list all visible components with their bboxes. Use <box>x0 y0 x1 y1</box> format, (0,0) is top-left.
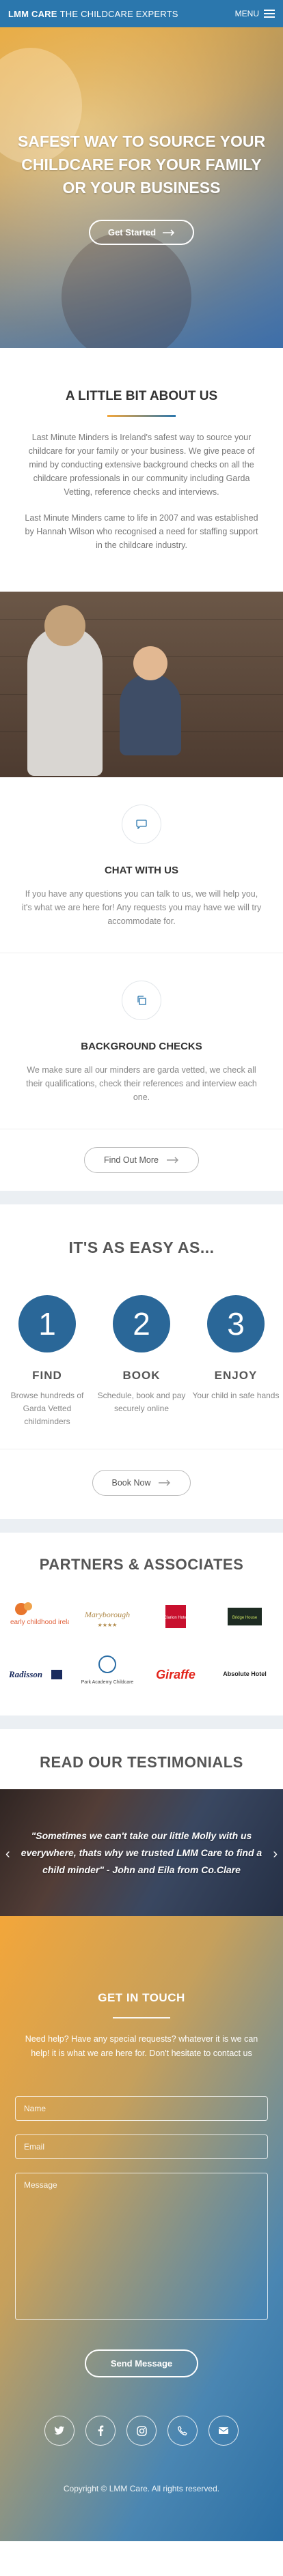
book-now-label: Book Now <box>111 1478 151 1488</box>
svg-text:★★★★: ★★★★ <box>97 1622 117 1628</box>
svg-text:Absolute Hotel: Absolute Hotel <box>223 1670 267 1677</box>
hero-headline: Safest way to source your childcare for … <box>17 132 266 197</box>
easy-as-title: It's As Easy As... <box>68 1239 215 1256</box>
svg-text:Park Academy Childcare: Park Academy Childcare <box>81 1680 133 1685</box>
hero-section: Safest way to source your childcare for … <box>0 27 283 348</box>
testimonial-slider: ‹ "Sometimes we can't take our little Mo… <box>0 1789 283 1916</box>
message-field[interactable] <box>15 2173 268 2320</box>
arrow-right-icon <box>166 1157 178 1163</box>
step-find: 1 Find Browse hundreds of Garda Vetted c… <box>3 1295 92 1428</box>
chevron-right-icon[interactable]: › <box>273 1847 278 1862</box>
contact-title: Get In Touch <box>98 1991 185 2004</box>
partner-logo[interactable]: Maryborough ★★★★ <box>76 1595 139 1638</box>
copyright-text: Copyright © LMM Care. All rights reserve… <box>63 2484 220 2493</box>
title-divider <box>113 2017 170 2018</box>
section-spacer <box>0 1191 283 1204</box>
partner-logo[interactable]: early childhood ireland <box>7 1595 70 1638</box>
get-started-label: Get Started <box>107 227 157 237</box>
social-links <box>15 2416 268 2446</box>
feature-text: If you have any questions you can talk t… <box>21 889 262 926</box>
svg-text:early childhood ireland: early childhood ireland <box>10 1619 69 1626</box>
step-book: 2 Book Schedule, book and pay securely o… <box>97 1295 186 1428</box>
arrow-right-icon <box>159 1479 171 1486</box>
step-title: Find <box>32 1369 62 1382</box>
step-number: 2 <box>113 1295 170 1352</box>
feature-background-checks: Background Checks We make sure all our m… <box>0 953 283 1129</box>
partner-logo[interactable]: Clarion Hotel <box>144 1595 208 1638</box>
svg-text:Giraffe: Giraffe <box>156 1668 196 1681</box>
contact-section: Get In Touch Need help? Have any special… <box>0 1916 283 2541</box>
section-spacer <box>0 1716 283 1729</box>
partner-logo[interactable]: Absolute Hotel <box>213 1653 277 1695</box>
step-text: Schedule, book and pay securely online <box>97 1391 186 1413</box>
brand-name: LMM CARE <box>8 8 57 19</box>
menu-label: MENU <box>234 9 259 18</box>
about-title: A Little Bit About Us <box>65 389 218 403</box>
instagram-icon[interactable] <box>126 2416 157 2446</box>
send-message-button[interactable]: Send Message <box>84 2349 199 2377</box>
section-spacer <box>0 1519 283 1533</box>
name-field[interactable] <box>15 2096 268 2121</box>
contact-form: Send Message <box>15 2096 268 2377</box>
brand-tagline: THE CHILDCARE EXPERTS <box>59 8 178 19</box>
menu-button[interactable]: MENU <box>235 9 275 18</box>
step-text: Your child in safe hands <box>192 1391 280 1400</box>
feature-title: Background Checks <box>81 1041 202 1052</box>
partner-logos: early childhood ireland Maryborough★★★★ … <box>0 1574 283 1702</box>
find-out-more-label: Find Out More <box>104 1155 159 1165</box>
steps-row: 1 Find Browse hundreds of Garda Vetted c… <box>0 1295 283 1428</box>
step-text: Browse hundreds of Garda Vetted childmin… <box>10 1391 84 1426</box>
title-divider <box>107 415 176 417</box>
about-section: A Little Bit About Us Last Minute Minder… <box>0 348 283 592</box>
feature-text: We make sure all our minders are garda v… <box>26 1065 257 1102</box>
email-field[interactable] <box>15 2134 268 2159</box>
contact-intro: Need help? Have any special requests? wh… <box>25 2034 258 2058</box>
phone-icon[interactable] <box>167 2416 198 2446</box>
book-now-wrap: Book Now <box>0 1449 283 1519</box>
about-paragraph-2: Last Minute Minders came to life in 2007… <box>25 513 258 550</box>
step-enjoy: 3 Enjoy Your child in safe hands <box>191 1295 280 1428</box>
svg-text:Maryborough: Maryborough <box>84 1610 130 1619</box>
step-title: Enjoy <box>214 1369 258 1382</box>
svg-text:Clarion Hotel: Clarion Hotel <box>164 1616 188 1620</box>
arrow-right-icon <box>163 229 175 236</box>
feature-title: Chat With Us <box>104 865 179 876</box>
partners-title: Partners & Associates <box>39 1556 244 1573</box>
find-out-more-button[interactable]: Find Out More <box>84 1147 199 1173</box>
chat-bubble-icon <box>122 805 161 844</box>
copy-documents-icon <box>122 981 161 1020</box>
svg-text:Radisson: Radisson <box>8 1669 42 1679</box>
testimonials-title: Read Our Testimonials <box>40 1754 243 1771</box>
hamburger-icon <box>264 10 275 18</box>
step-number: 1 <box>18 1295 76 1352</box>
twitter-icon[interactable] <box>44 2416 75 2446</box>
step-title: Book <box>122 1369 161 1382</box>
email-icon[interactable] <box>208 2416 239 2446</box>
facebook-icon[interactable] <box>85 2416 116 2446</box>
partner-logo[interactable]: Bridge House <box>213 1595 277 1638</box>
testimonial-quote: "Sometimes we can't take our little Moll… <box>21 1829 262 1875</box>
step-number: 3 <box>207 1295 265 1352</box>
brand-logo[interactable]: LMM CARE THE CHILDCARE EXPERTS <box>8 9 178 19</box>
book-now-button[interactable]: Book Now <box>92 1470 191 1496</box>
feature-chat: Chat With Us If you have any questions y… <box>0 777 283 953</box>
get-started-button[interactable]: Get Started <box>88 220 195 245</box>
partner-logo[interactable]: Park Academy Childcare <box>76 1653 139 1695</box>
testimonials-header: Read Our Testimonials <box>0 1729 283 1789</box>
about-paragraph-1: Last Minute Minders is Ireland's safest … <box>28 433 255 497</box>
family-photo <box>0 592 283 777</box>
top-nav: LMM CARE THE CHILDCARE EXPERTS MENU <box>0 0 283 27</box>
chevron-left-icon[interactable]: ‹ <box>5 1847 10 1862</box>
svg-text:Bridge House: Bridge House <box>232 1616 258 1620</box>
easy-as-section: It's As Easy As... 1 Find Browse hundred… <box>0 1204 283 1449</box>
partner-logo[interactable]: Giraffe <box>144 1653 208 1695</box>
find-out-more-wrap: Find Out More <box>0 1129 283 1191</box>
partner-logo[interactable]: Radisson <box>7 1653 70 1695</box>
partners-section: Partners & Associates early childhood ir… <box>0 1533 283 1716</box>
